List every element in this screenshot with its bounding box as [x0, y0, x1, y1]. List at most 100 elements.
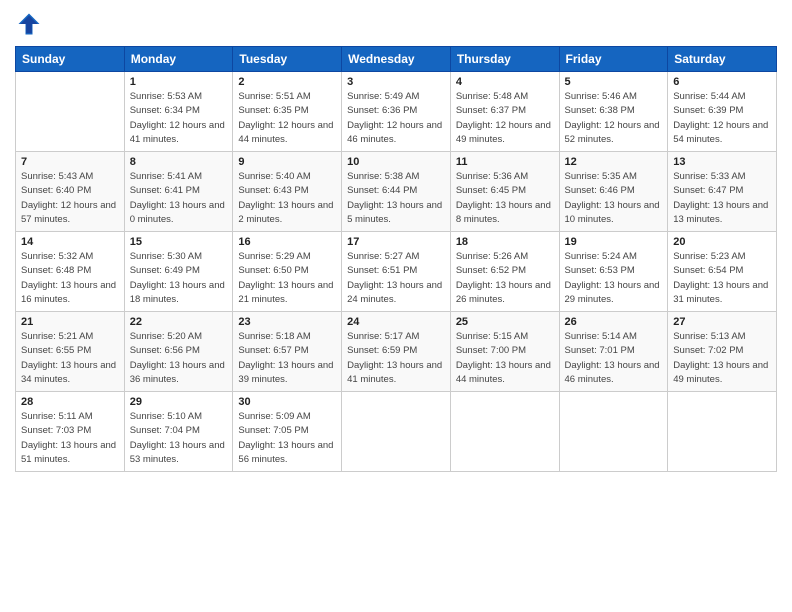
calendar-cell: 4 Sunrise: 5:48 AMSunset: 6:37 PMDaylight… [450, 72, 559, 152]
cell-info: Sunrise: 5:48 AMSunset: 6:37 PMDaylight:… [456, 90, 554, 147]
cell-info: Sunrise: 5:26 AMSunset: 6:52 PMDaylight:… [456, 250, 554, 307]
day-number: 8 [130, 156, 228, 168]
cell-info: Sunrise: 5:18 AMSunset: 6:57 PMDaylight:… [238, 330, 336, 387]
cell-info: Sunrise: 5:40 AMSunset: 6:43 PMDaylight:… [238, 170, 336, 227]
calendar-cell: 2 Sunrise: 5:51 AMSunset: 6:35 PMDaylight… [233, 72, 342, 152]
calendar-cell: 12 Sunrise: 5:35 AMSunset: 6:46 PMDayligh… [559, 152, 668, 232]
cell-info: Sunrise: 5:10 AMSunset: 7:04 PMDaylight:… [130, 410, 228, 467]
cell-info: Sunrise: 5:38 AMSunset: 6:44 PMDaylight:… [347, 170, 445, 227]
calendar-cell: 29 Sunrise: 5:10 AMSunset: 7:04 PMDayligh… [124, 392, 233, 472]
calendar-cell: 19 Sunrise: 5:24 AMSunset: 6:53 PMDayligh… [559, 232, 668, 312]
day-number: 24 [347, 316, 445, 328]
day-number: 30 [238, 396, 336, 408]
calendar-cell: 28 Sunrise: 5:11 AMSunset: 7:03 PMDayligh… [16, 392, 125, 472]
cell-info: Sunrise: 5:36 AMSunset: 6:45 PMDaylight:… [456, 170, 554, 227]
week-row-3: 14Sunrise: 5:32 AMSunset: 6:48 PMDayligh… [16, 232, 777, 312]
cell-info: Sunrise: 5:46 AMSunset: 6:38 PMDaylight:… [565, 90, 663, 147]
day-number: 16 [238, 236, 336, 248]
calendar-cell: 17 Sunrise: 5:27 AMSunset: 6:51 PMDayligh… [342, 232, 451, 312]
day-number: 19 [565, 236, 663, 248]
cell-info: Sunrise: 5:33 AMSunset: 6:47 PMDaylight:… [673, 170, 771, 227]
day-number: 22 [130, 316, 228, 328]
calendar-cell: 15Sunrise: 5:30 AMSunset: 6:49 PMDayligh… [124, 232, 233, 312]
day-number: 2 [238, 76, 336, 88]
day-number: 27 [673, 316, 771, 328]
calendar-cell: 20Sunrise: 5:23 AMSunset: 6:54 PMDayligh… [668, 232, 777, 312]
cell-info: Sunrise: 5:23 AMSunset: 6:54 PMDaylight:… [673, 250, 771, 307]
calendar-cell: 3 Sunrise: 5:49 AMSunset: 6:36 PMDaylight… [342, 72, 451, 152]
weekday-header-row: SundayMondayTuesdayWednesdayThursdayFrid… [16, 47, 777, 72]
page-container: SundayMondayTuesdayWednesdayThursdayFrid… [0, 0, 792, 482]
cell-info: Sunrise: 5:35 AMSunset: 6:46 PMDaylight:… [565, 170, 663, 227]
calendar-cell: 30 Sunrise: 5:09 AMSunset: 7:05 PMDayligh… [233, 392, 342, 472]
cell-info: Sunrise: 5:29 AMSunset: 6:50 PMDaylight:… [238, 250, 336, 307]
day-number: 9 [238, 156, 336, 168]
calendar-cell: 23 Sunrise: 5:18 AMSunset: 6:57 PMDayligh… [233, 312, 342, 392]
calendar-cell: 22 Sunrise: 5:20 AMSunset: 6:56 PMDayligh… [124, 312, 233, 392]
weekday-monday: Monday [124, 47, 233, 72]
day-number: 5 [565, 76, 663, 88]
day-number: 13 [673, 156, 771, 168]
day-number: 12 [565, 156, 663, 168]
calendar-cell: 11 Sunrise: 5:36 AMSunset: 6:45 PMDayligh… [450, 152, 559, 232]
day-number: 25 [456, 316, 554, 328]
weekday-wednesday: Wednesday [342, 47, 451, 72]
calendar-cell: 8 Sunrise: 5:41 AMSunset: 6:41 PMDaylight… [124, 152, 233, 232]
cell-info: Sunrise: 5:11 AMSunset: 7:03 PMDaylight:… [21, 410, 119, 467]
calendar-cell [668, 392, 777, 472]
calendar-table: SundayMondayTuesdayWednesdayThursdayFrid… [15, 46, 777, 472]
day-number: 6 [673, 76, 771, 88]
day-number: 29 [130, 396, 228, 408]
calendar-cell: 25Sunrise: 5:15 AMSunset: 7:00 PMDayligh… [450, 312, 559, 392]
day-number: 14 [21, 236, 119, 248]
calendar-cell: 27Sunrise: 5:13 AMSunset: 7:02 PMDayligh… [668, 312, 777, 392]
cell-info: Sunrise: 5:51 AMSunset: 6:35 PMDaylight:… [238, 90, 336, 147]
cell-info: Sunrise: 5:53 AMSunset: 6:34 PMDaylight:… [130, 90, 228, 147]
weekday-tuesday: Tuesday [233, 47, 342, 72]
header [15, 10, 777, 38]
day-number: 23 [238, 316, 336, 328]
cell-info: Sunrise: 5:44 AMSunset: 6:39 PMDaylight:… [673, 90, 771, 147]
calendar-cell: 14Sunrise: 5:32 AMSunset: 6:48 PMDayligh… [16, 232, 125, 312]
calendar-cell: 1 Sunrise: 5:53 AMSunset: 6:34 PMDaylight… [124, 72, 233, 152]
calendar-cell [559, 392, 668, 472]
day-number: 28 [21, 396, 119, 408]
cell-info: Sunrise: 5:09 AMSunset: 7:05 PMDaylight:… [238, 410, 336, 467]
calendar-cell: 9 Sunrise: 5:40 AMSunset: 6:43 PMDaylight… [233, 152, 342, 232]
weekday-friday: Friday [559, 47, 668, 72]
cell-info: Sunrise: 5:17 AMSunset: 6:59 PMDaylight:… [347, 330, 445, 387]
day-number: 7 [21, 156, 119, 168]
calendar-cell: 10 Sunrise: 5:38 AMSunset: 6:44 PMDayligh… [342, 152, 451, 232]
day-number: 26 [565, 316, 663, 328]
cell-info: Sunrise: 5:24 AMSunset: 6:53 PMDaylight:… [565, 250, 663, 307]
calendar-cell: 6 Sunrise: 5:44 AMSunset: 6:39 PMDaylight… [668, 72, 777, 152]
day-number: 21 [21, 316, 119, 328]
weekday-sunday: Sunday [16, 47, 125, 72]
week-row-5: 28 Sunrise: 5:11 AMSunset: 7:03 PMDayligh… [16, 392, 777, 472]
calendar-cell: 26Sunrise: 5:14 AMSunset: 7:01 PMDayligh… [559, 312, 668, 392]
week-row-2: 7Sunrise: 5:43 AMSunset: 6:40 PMDaylight… [16, 152, 777, 232]
calendar-cell [16, 72, 125, 152]
calendar-cell: 5 Sunrise: 5:46 AMSunset: 6:38 PMDaylight… [559, 72, 668, 152]
week-row-4: 21Sunrise: 5:21 AMSunset: 6:55 PMDayligh… [16, 312, 777, 392]
calendar-cell: 16 Sunrise: 5:29 AMSunset: 6:50 PMDayligh… [233, 232, 342, 312]
weekday-thursday: Thursday [450, 47, 559, 72]
calendar-cell: 21Sunrise: 5:21 AMSunset: 6:55 PMDayligh… [16, 312, 125, 392]
day-number: 1 [130, 76, 228, 88]
cell-info: Sunrise: 5:41 AMSunset: 6:41 PMDaylight:… [130, 170, 228, 227]
day-number: 3 [347, 76, 445, 88]
day-number: 10 [347, 156, 445, 168]
day-number: 4 [456, 76, 554, 88]
calendar-cell: 13 Sunrise: 5:33 AMSunset: 6:47 PMDayligh… [668, 152, 777, 232]
weekday-saturday: Saturday [668, 47, 777, 72]
cell-info: Sunrise: 5:27 AMSunset: 6:51 PMDaylight:… [347, 250, 445, 307]
calendar-cell [342, 392, 451, 472]
cell-info: Sunrise: 5:49 AMSunset: 6:36 PMDaylight:… [347, 90, 445, 147]
calendar-cell: 7Sunrise: 5:43 AMSunset: 6:40 PMDaylight… [16, 152, 125, 232]
cell-info: Sunrise: 5:20 AMSunset: 6:56 PMDaylight:… [130, 330, 228, 387]
week-row-1: 1 Sunrise: 5:53 AMSunset: 6:34 PMDaylight… [16, 72, 777, 152]
day-number: 17 [347, 236, 445, 248]
day-number: 11 [456, 156, 554, 168]
day-number: 15 [130, 236, 228, 248]
calendar-cell: 18Sunrise: 5:26 AMSunset: 6:52 PMDayligh… [450, 232, 559, 312]
